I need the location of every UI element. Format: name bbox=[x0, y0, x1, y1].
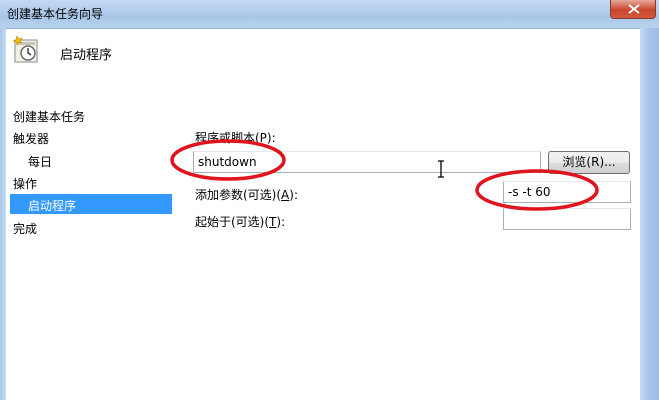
window-title: 创建基本任务向导 bbox=[7, 7, 104, 21]
close-icon bbox=[628, 4, 640, 14]
annotation-ellipse-arguments bbox=[475, 169, 599, 211]
start-in-label-text: 起始于(可选)( bbox=[195, 215, 270, 229]
task-scheduler-icon bbox=[13, 35, 38, 63]
nav-item-trigger[interactable]: 触发器 bbox=[13, 130, 49, 147]
arguments-label: 添加参数(可选)(A): bbox=[195, 186, 298, 203]
window-frame-right bbox=[640, 28, 659, 400]
page-title: 启动程序 bbox=[60, 48, 113, 63]
arguments-label-text: 添加参数(可选)( bbox=[195, 188, 282, 202]
close-button[interactable] bbox=[610, 0, 656, 19]
nav-item-daily[interactable]: 每日 bbox=[28, 153, 52, 170]
nav-item-start-program[interactable]: 启动程序 bbox=[28, 197, 76, 214]
nav-item-finish[interactable]: 完成 bbox=[13, 220, 37, 237]
ibeam-cursor-icon bbox=[438, 160, 444, 178]
nav-item-action[interactable]: 操作 bbox=[13, 175, 37, 192]
annotation-ellipse-program bbox=[170, 139, 286, 181]
window-frame-left bbox=[0, 28, 6, 400]
arguments-label-tail: ): bbox=[289, 188, 298, 202]
start-in-label: 起始于(可选)(T): bbox=[195, 213, 285, 230]
nav-item-create-basic-task[interactable]: 创建基本任务 bbox=[13, 108, 85, 125]
start-in-label-tail: ): bbox=[276, 215, 286, 229]
title-bar[interactable]: 创建基本任务向导 bbox=[0, 0, 659, 29]
